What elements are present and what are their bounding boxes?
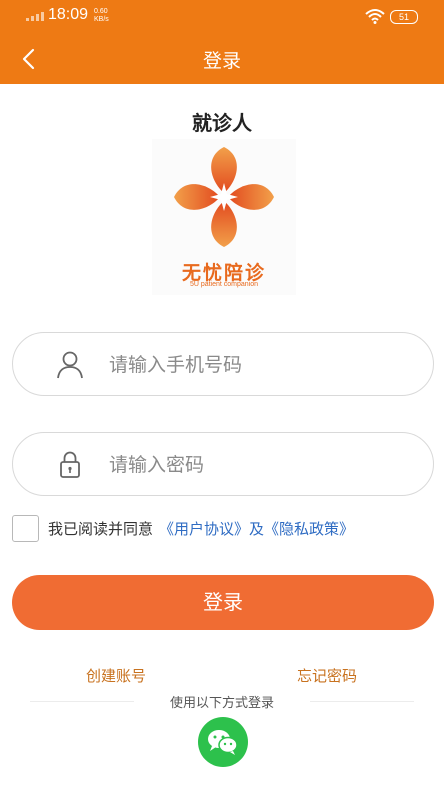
create-account-link[interactable]: 创建账号 <box>86 665 146 686</box>
privacy-policy-link[interactable]: 《隐私政策》 <box>264 518 354 539</box>
user-agreement-link[interactable]: 《用户协议》 <box>159 518 249 539</box>
other-login-label: 使用以下方式登录 <box>169 696 274 711</box>
nav-bar: 登录 <box>0 34 444 84</box>
wechat-login-button[interactable] <box>198 717 248 767</box>
status-time: 18:09 <box>48 6 89 23</box>
login-button[interactable]: 登录 <box>12 575 434 630</box>
password-input[interactable] <box>107 447 411 483</box>
user-icon <box>57 351 83 379</box>
phone-field <box>12 332 434 396</box>
battery-icon: 51 <box>390 10 418 24</box>
net-speed-unit: KB/s <box>94 16 109 23</box>
status-bar: 18:09 0.60 KB/s 51 <box>0 0 444 34</box>
and-text: 及 <box>249 519 265 538</box>
phone-input[interactable] <box>107 347 411 383</box>
wifi-icon <box>365 9 385 24</box>
wechat-icon <box>208 730 238 755</box>
other-login-divider: 使用以下方式登录 <box>0 691 444 711</box>
agree-text: 我已阅读并同意 <box>48 519 154 538</box>
password-field <box>12 432 434 496</box>
net-speed-value: 0.60 <box>94 8 108 15</box>
agree-checkbox[interactable] <box>12 514 39 542</box>
forgot-password-link[interactable]: 忘记密码 <box>297 665 357 686</box>
clover-logo-icon <box>174 147 274 247</box>
nav-title: 登录 <box>202 50 241 72</box>
logo-tagline: 5U patient companion <box>189 281 259 288</box>
app-logo: 无忧陪诊 5U patient companion <box>152 139 296 295</box>
lock-icon <box>60 451 80 478</box>
agreement-row: 我已阅读并同意 《用户协议》 及 《隐私政策》 <box>12 514 354 542</box>
page-title: 就诊人 <box>192 111 252 135</box>
signal-icon <box>26 12 44 21</box>
net-speed: 0.60 KB/s <box>94 8 109 24</box>
